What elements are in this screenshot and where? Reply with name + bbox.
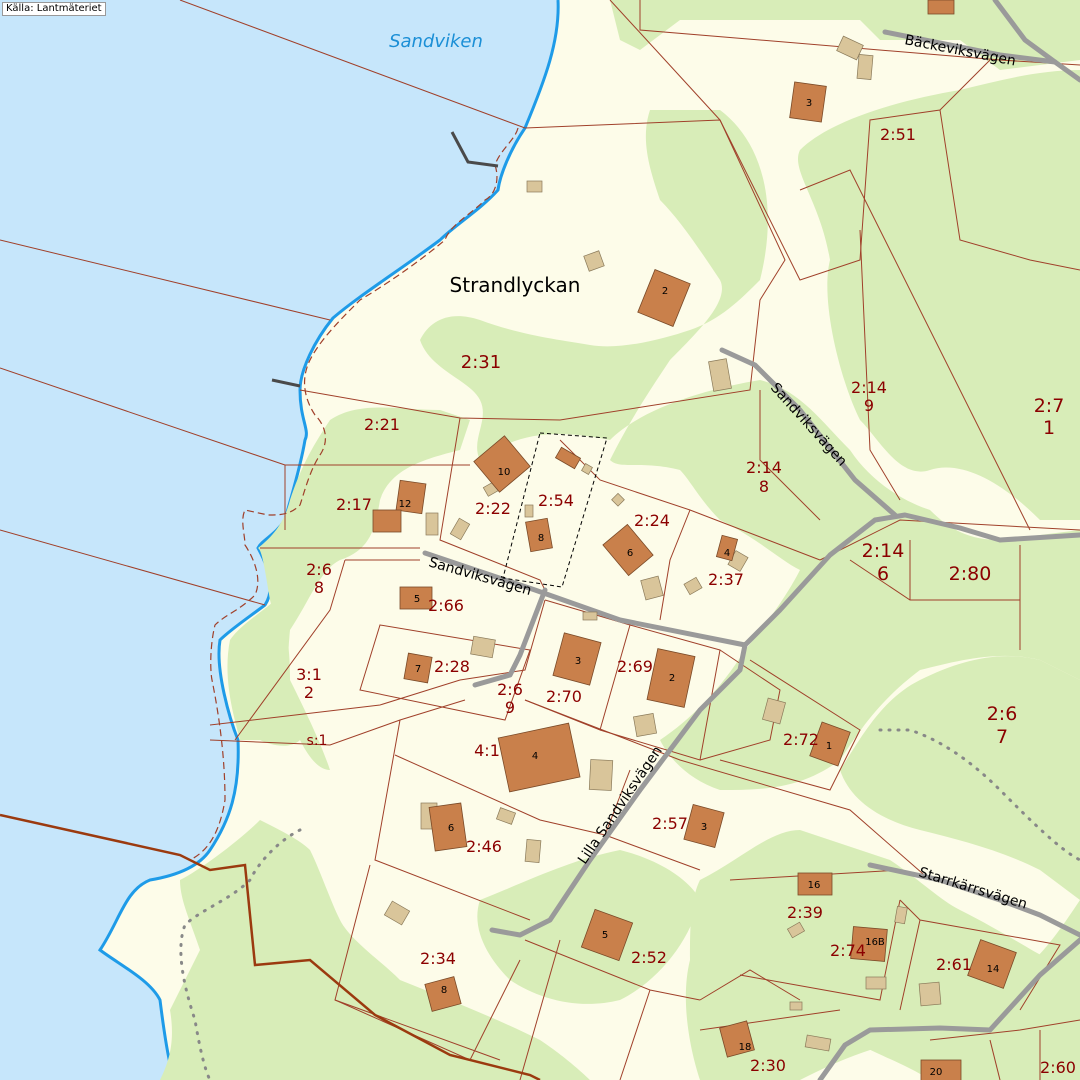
house-number: 1 [826,741,832,752]
parcel-label: 2:66 [428,596,464,615]
parcel-label: 2:14 [746,458,782,477]
house-number: 12 [399,499,412,510]
parcel-label: 1 [1043,417,1055,439]
house-number: 2 [669,673,675,684]
parcel-label: 2:6 [497,680,523,699]
parcel-label: 2:30 [750,1056,786,1075]
parcel-label: 6 [877,563,889,585]
house-number: 16B [865,937,885,948]
parcel-label: 2 [304,683,314,702]
parcel-label: 2:52 [631,948,667,967]
house-number: 4 [532,751,538,762]
parcel-label: 2:72 [783,730,819,749]
parcel-label: 2:6 [306,560,332,579]
attribution-label: Källa: Lantmäteriet [2,2,106,16]
house-number: 10 [498,467,511,478]
water-label-sandviken: Sandviken [389,31,483,52]
house-number: 3 [701,822,707,833]
house-number: 18 [739,1042,752,1053]
parcel-label: 2:80 [949,563,992,585]
house-number: 6 [448,823,454,834]
parcel-label: s:1 [307,733,328,749]
map-canvas: Sandviken Strandlyckan Bäckeviksvägen Sa… [0,0,1080,1080]
house-number: 6 [627,548,633,559]
parcel-label: 8 [759,477,769,496]
house-number: 5 [414,594,420,605]
place-label-strandlyckan: Strandlyckan [450,273,581,297]
parcel-label: 2:31 [461,352,501,373]
parcel-label: 2:37 [708,570,744,589]
parcel-label: 2:6 [987,703,1018,725]
parcel-label: 2:14 [851,378,887,397]
map[interactable]: Sandviken Strandlyckan Bäckeviksvägen Sa… [0,0,1080,1080]
parcel-label: 2:57 [652,814,688,833]
parcel-label: 2:22 [475,499,511,518]
parcel-label: 2:17 [336,495,372,514]
parcel-label: 2:21 [364,415,400,434]
parcel-label: 2:54 [538,491,574,510]
house-number: 8 [441,985,447,996]
parcel-label: 2:69 [617,657,653,676]
house-number: 5 [602,930,608,941]
parcel-label: 2:51 [880,125,916,144]
parcel-label: 4:1 [474,741,500,760]
house-number: 2 [662,286,668,297]
parcel-label: 2:60 [1040,1058,1076,1077]
house-number: 3 [806,98,812,109]
parcel-label: 2:61 [936,955,972,974]
parcel-label: 2:74 [830,941,866,960]
parcel-label: 7 [996,726,1008,748]
house-number: 4 [724,548,730,559]
house-number: 8 [538,533,544,544]
parcel-label: 8 [314,578,324,597]
parcel-label: 2:46 [466,837,502,856]
parcel-label: 9 [505,698,515,717]
parcel-label: 2:28 [434,657,470,676]
house-number: 20 [930,1067,943,1078]
parcel-label: 2:70 [546,687,582,706]
parcel-label: 3:1 [296,665,322,684]
house-number: 3 [575,656,581,667]
parcel-label: 2:34 [420,949,456,968]
parcel-label: 2:7 [1034,395,1065,417]
house-number: 7 [415,664,421,675]
parcel-label: 2:39 [787,903,823,922]
parcel-label: 9 [864,396,874,415]
house-number: 16 [808,880,821,891]
parcel-label: 2:14 [862,540,905,562]
parcel-label: 2:24 [634,511,670,530]
house-number: 14 [987,964,1000,975]
